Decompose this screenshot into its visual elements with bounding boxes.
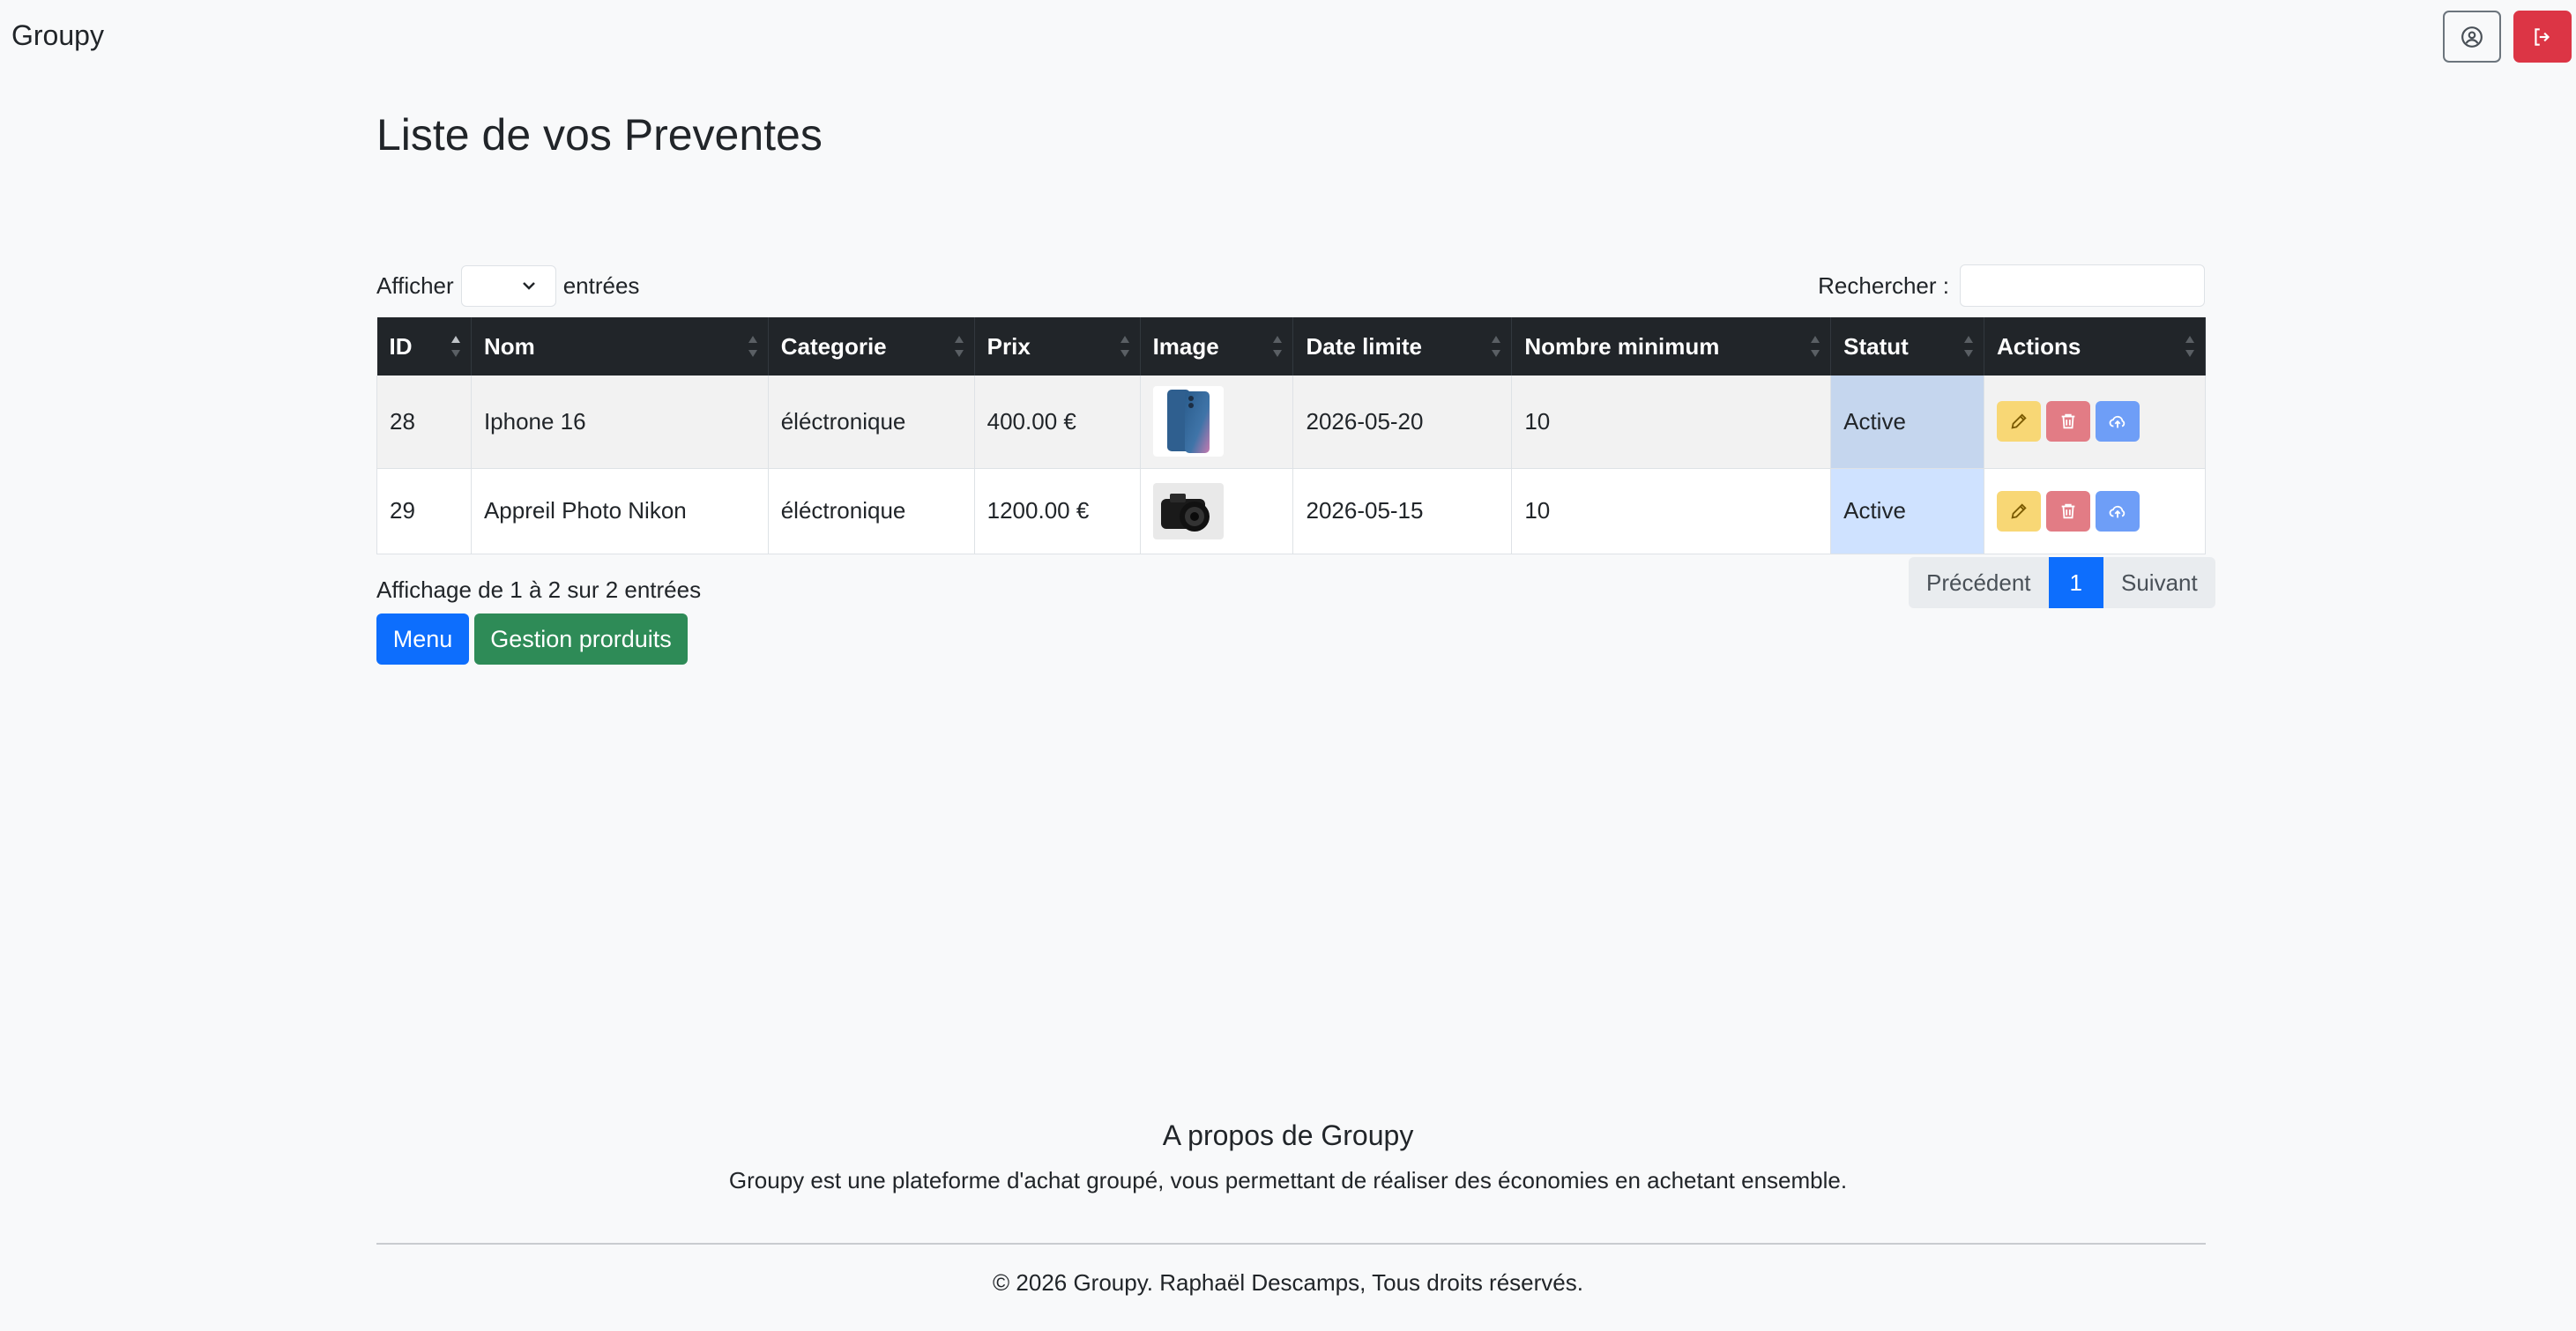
column-header-nombre-minimum[interactable]: Nombre minimum [1511, 317, 1832, 376]
logout-button[interactable] [2513, 11, 2572, 63]
sort-icon [1811, 336, 1820, 357]
cell-actions [1984, 376, 2206, 469]
column-header-prix[interactable]: Prix [974, 317, 1141, 376]
delete-button[interactable] [2046, 490, 2091, 532]
cell-date-limite: 2026-05-20 [1292, 376, 1513, 469]
sort-icon [748, 336, 757, 357]
search-label: Rechercher : [1818, 271, 1949, 299]
chevron-down-icon [522, 281, 535, 290]
sort-icon [1120, 336, 1129, 357]
sort-icon [1273, 336, 1283, 357]
page-title: Liste de vos Preventes [376, 110, 823, 160]
trash-icon [2061, 414, 2075, 429]
cell-id: 29 [376, 468, 472, 554]
cell-id: 28 [376, 376, 472, 469]
cell-statut: Active [1830, 376, 1985, 469]
camera-image [1152, 482, 1224, 539]
about-title: A propos de Groupy [1162, 1119, 1414, 1151]
column-header-categorie[interactable]: Categorie [768, 317, 975, 376]
sort-asc-icon [450, 336, 460, 357]
cloud-upload-icon [2109, 505, 2126, 517]
iphone-image [1152, 386, 1224, 457]
cell-date-limite: 2026-05-15 [1292, 468, 1513, 554]
table-row: 28 Iphone 16 éléctronique 400.00 € 2026-… [376, 376, 2206, 469]
delete-button[interactable] [2046, 401, 2091, 442]
cell-actions [1984, 468, 2206, 554]
edit-button[interactable] [1997, 490, 2042, 532]
sort-icon [2185, 336, 2194, 357]
pagination-next[interactable]: Suivant [2103, 557, 2215, 608]
cell-nom: Appreil Photo Nikon [471, 468, 769, 554]
show-label: Afficher [376, 271, 454, 299]
cell-nombre-minimum: 10 [1511, 376, 1832, 469]
trash-icon [2061, 503, 2075, 518]
table-info: Affichage de 1 à 2 sur 2 entrées [376, 576, 702, 603]
pagination-previous[interactable]: Précédent [1909, 557, 2049, 608]
table-row: 29 Appreil Photo Nikon éléctronique 1200… [376, 468, 2206, 554]
profile-button[interactable] [2443, 11, 2501, 63]
navbar: Groupy [0, 0, 2576, 74]
column-header-actions[interactable]: Actions [1984, 317, 2206, 376]
menu-button[interactable]: Menu [376, 613, 469, 665]
edit-button[interactable] [1997, 401, 2042, 442]
cloud-upload-icon [2109, 416, 2126, 428]
cell-nombre-minimum: 10 [1511, 468, 1832, 554]
cell-nom: Iphone 16 [471, 376, 769, 469]
preventes-table: ID Nom Categorie Prix Image Date limite … [376, 317, 2206, 554]
entries-label: entrées [562, 271, 640, 299]
search-input[interactable] [1960, 264, 2205, 307]
footer-divider [376, 1243, 2206, 1245]
page-length-select[interactable] [460, 264, 556, 307]
page-length-control: Afficher entrées [376, 264, 639, 307]
cell-categorie: éléctronique [768, 468, 975, 554]
column-header-nom[interactable]: Nom [471, 317, 769, 376]
column-header-statut[interactable]: Statut [1830, 317, 1985, 376]
cell-categorie: éléctronique [768, 376, 975, 469]
publish-button[interactable] [2096, 490, 2140, 532]
column-header-date-limite[interactable]: Date limite [1292, 317, 1513, 376]
pagination: Précédent 1 Suivant [1909, 557, 2215, 608]
pencil-icon [2011, 413, 2027, 429]
about-text: Groupy est une plateforme d'achat groupé… [728, 1167, 1848, 1193]
brand-logo[interactable]: Groupy [11, 19, 104, 52]
table-header-row: ID Nom Categorie Prix Image Date limite … [376, 317, 2206, 376]
column-header-id[interactable]: ID [376, 317, 472, 376]
pagination-page[interactable]: 1 [2048, 557, 2103, 608]
logout-icon [2535, 27, 2550, 46]
column-header-image[interactable]: Image [1140, 317, 1294, 376]
cell-image [1140, 376, 1294, 469]
publish-button[interactable] [2096, 401, 2140, 442]
cell-statut: Active [1830, 468, 1985, 554]
sort-icon [1492, 336, 1501, 357]
cell-prix: 1200.00 € [974, 468, 1141, 554]
pencil-icon [2011, 502, 2027, 519]
gestion-produits-button[interactable]: Gestion prorduits [474, 613, 688, 665]
cell-image [1140, 468, 1294, 554]
sort-icon [954, 336, 964, 357]
user-circle-icon [2461, 26, 2483, 48]
cell-prix: 400.00 € [974, 376, 1141, 469]
copyright: © 2026 Groupy. Raphaël Descamps, Tous dr… [993, 1269, 1583, 1296]
search-control: Rechercher : [1818, 264, 2205, 307]
sort-icon [1964, 336, 1974, 357]
